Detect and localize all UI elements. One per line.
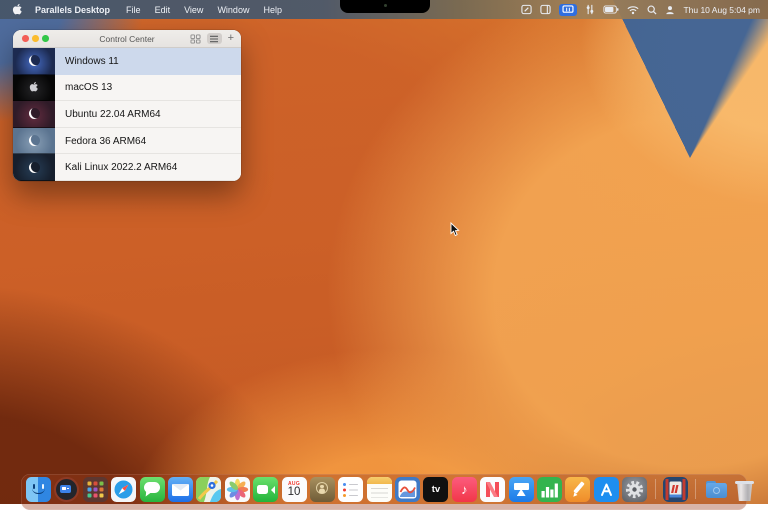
chart-wave-app-icon[interactable] — [395, 477, 421, 502]
menu-view[interactable]: View — [184, 5, 203, 15]
apple-menu-icon[interactable] — [12, 3, 23, 16]
vm-name: Fedora 36 ARM64 — [55, 128, 241, 155]
user-icon[interactable] — [665, 5, 675, 15]
menu-edit[interactable]: Edit — [155, 5, 171, 15]
menu-window[interactable]: Window — [217, 5, 249, 15]
suspended-moon-icon — [28, 108, 40, 120]
facetime-icon[interactable] — [253, 477, 279, 502]
menubar-clock[interactable]: Thu 10 Aug 5:04 pm — [683, 5, 760, 15]
markup-icon[interactable] — [521, 4, 533, 15]
calendar-day: 10 — [287, 485, 301, 498]
maps-icon[interactable] — [196, 477, 222, 502]
camera-dot — [384, 4, 387, 7]
vm-name: Kali Linux 2022.2 ARM64 — [55, 154, 241, 181]
vm-row-ubuntu[interactable]: Ubuntu 22.04 ARM64 — [13, 101, 241, 128]
list-view-button[interactable] — [206, 33, 222, 44]
minimize-button[interactable] — [32, 35, 39, 42]
dock-separator — [695, 479, 697, 499]
mouse-cursor — [450, 221, 461, 242]
vm-thumbnail — [13, 154, 55, 181]
downloads-folder-icon[interactable] — [704, 477, 729, 502]
menu-app-name[interactable]: Parallels Desktop — [35, 5, 110, 15]
vm-row-fedora[interactable]: Fedora 36 ARM64 — [13, 127, 241, 155]
finder-icon[interactable] — [26, 477, 51, 502]
trash-icon[interactable] — [732, 477, 757, 502]
add-vm-button[interactable]: + — [228, 32, 234, 44]
tv-label: tv — [431, 484, 441, 495]
pages-icon[interactable] — [565, 477, 591, 502]
vm-name: Windows 11 — [65, 55, 119, 67]
vm-thumbnail — [13, 74, 55, 102]
keynote-icon[interactable] — [508, 477, 534, 502]
dock-separator — [654, 479, 656, 499]
parallels-active-icon[interactable] — [559, 3, 578, 16]
folder-emblem — [712, 486, 720, 494]
app-store-icon[interactable] — [593, 477, 619, 502]
launchpad-icon[interactable] — [82, 477, 108, 502]
vm-thumbnail — [13, 127, 55, 155]
vm-name: Ubuntu 22.04 ARM64 — [55, 101, 241, 128]
messages-icon[interactable] — [139, 477, 165, 502]
music-icon[interactable]: ♪ — [451, 477, 477, 502]
reminders-icon[interactable] — [338, 477, 364, 502]
apple-logo-icon — [29, 82, 38, 92]
numbers-icon[interactable] — [537, 477, 563, 502]
mail-icon[interactable] — [167, 477, 193, 502]
grid-view-button[interactable] — [190, 33, 201, 44]
vm-thumbnail — [13, 101, 55, 128]
dock: AUG 10 tv ♪ — [21, 474, 755, 510]
vm-row-kali[interactable]: Kali Linux 2022.2 ARM64 — [13, 154, 241, 181]
menu-file[interactable]: File — [126, 5, 141, 15]
suspended-moon-icon — [28, 135, 40, 147]
sidebar-window-icon[interactable] — [540, 4, 552, 15]
vm-name: macOS 13 — [55, 75, 241, 102]
contacts-icon[interactable] — [309, 477, 335, 502]
menu-help[interactable]: Help — [263, 5, 282, 15]
vm-list: Windows 11 macOS 13 Ubuntu 22.04 ARM64 F… — [13, 48, 241, 181]
apple-tv-icon[interactable]: tv — [423, 477, 449, 502]
camera-notch — [340, 0, 430, 13]
sliders-icon[interactable] — [585, 4, 595, 15]
photos-icon[interactable] — [224, 477, 250, 502]
battery-icon[interactable] — [603, 5, 619, 14]
control-center-window: Control Center + Windows 11 macOS 13 Ubu… — [13, 30, 241, 181]
safari-icon[interactable] — [111, 477, 137, 502]
parallels-desktop-icon[interactable] — [662, 477, 688, 502]
vm-row-windows11[interactable]: Windows 11 — [13, 48, 241, 75]
zoom-button[interactable] — [42, 35, 49, 42]
vm-row-macos13[interactable]: macOS 13 — [13, 74, 241, 102]
wifi-icon[interactable] — [627, 5, 639, 15]
window-titlebar[interactable]: Control Center + — [13, 30, 241, 48]
vm-thumbnail — [13, 48, 55, 75]
suspended-moon-icon — [28, 55, 40, 67]
close-button[interactable] — [22, 35, 29, 42]
music-note-glyph: ♪ — [461, 482, 468, 497]
spotlight-icon[interactable] — [647, 4, 657, 15]
suspended-moon-icon — [28, 161, 40, 173]
system-settings-icon[interactable] — [622, 477, 648, 502]
news-icon[interactable] — [480, 477, 506, 502]
notes-icon[interactable] — [366, 477, 392, 502]
screen-recording-app-icon[interactable] — [54, 477, 80, 502]
calendar-icon[interactable]: AUG 10 — [281, 477, 307, 502]
